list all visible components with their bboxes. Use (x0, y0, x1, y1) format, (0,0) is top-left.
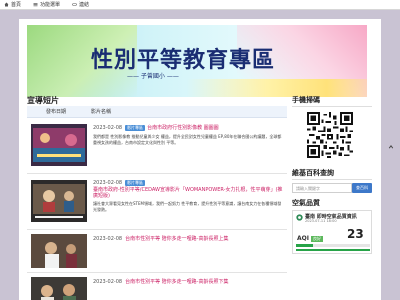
menu-icon (33, 3, 38, 7)
row-date: 2023-02-08 (93, 180, 123, 186)
video-thumbnail[interactable] (31, 277, 87, 300)
video-title-link[interactable]: 台南市政府行性別影像教 圖圖圖 (147, 124, 219, 131)
category-badge: 影片專區 (125, 180, 146, 186)
banner-decoration-yellow (187, 79, 367, 97)
video-title-link[interactable]: 台南市性別平等 陪你多走一哩路-高齡長照下集 (125, 278, 228, 285)
video-thumbnail[interactable] (31, 124, 87, 166)
video-title-link[interactable]: 台南市性別平等 陪你多走一哩路-高齡長照上集 (125, 235, 228, 242)
col-header-title: 影片名稱 (91, 109, 112, 115)
aqi-label: AQI (297, 235, 309, 242)
sidebar-heading-air: 空氣品質 (292, 199, 320, 207)
sidebar-heading-wiki: 維基百科查詢 (292, 169, 334, 177)
nav-home-label: 首頁 (11, 2, 22, 8)
sidebar-heading-mobile: 手機掃碼 (292, 96, 320, 104)
banner-title: 性別平等教育專區 (91, 48, 276, 73)
row-date: 2023-02-08 (93, 124, 123, 131)
cloud-icon (296, 214, 303, 221)
wiki-search-button[interactable]: 查百科 (352, 183, 372, 193)
video-description: 我們都是 性別影像教 推動兒童與少女 權益，提升全民對女性兒童權益 EP,80年… (93, 134, 282, 145)
video-title-link[interactable]: 臺南市政府-性別平等/CEDAW宣導影片「WOMANPOWER-女力扎根，性平萌… (93, 187, 285, 199)
col-header-date: 發布日期 (45, 109, 66, 115)
table-row: 2023-02-08 台南市性別平等 陪你多走一哩路-高齡長照上集 (27, 230, 287, 273)
video-thumbnail[interactable] (31, 234, 87, 268)
aqi-status-badge: 良好 (311, 236, 323, 242)
nav-links-label: 連結 (79, 2, 90, 8)
section-title-videos: 宣導短片 (27, 96, 59, 105)
hero-banner: 性別平等教育專區 —— 子曾國小 —— (27, 25, 367, 97)
aqi-time: 2023-07-11 18:00 (305, 219, 337, 223)
table-header: 發布日期 影片名稱 (27, 106, 287, 118)
nav-home[interactable]: 首頁 (4, 1, 21, 8)
row-date: 2023-02-08 (93, 278, 123, 285)
divider (292, 106, 372, 107)
video-thumbnail[interactable] (31, 180, 87, 222)
top-nav: 首頁 功能選單 連結 (0, 0, 400, 10)
aqi-widget: 臺南 即時空氣品質資訊 2023-07-11 18:00 AQI 良好 23 (292, 210, 372, 254)
video-table: 發布日期 影片名稱 2023-02-08 影片專區 台南市政府行性別影像教 圖圖… (27, 106, 287, 300)
table-row: 2023-02-08 台南市性別平等 陪你多走一哩路-高齡長照下集 (27, 273, 287, 300)
row-date: 2023-02-08 (93, 235, 123, 242)
divider (292, 179, 372, 180)
category-badge: 影片專區 (125, 124, 146, 131)
wiki-search-input[interactable]: 請輸入關鍵字 (292, 183, 352, 193)
aqi-level-fill (296, 244, 314, 247)
banner-subtitle: —— 子曾國小 —— (127, 73, 179, 80)
aqi-value: 23 (347, 227, 364, 241)
video-description: 讓社會大眾看見女性在STEM領域，我們一起努力 性平教育，提升性別平等意識，讓台… (93, 201, 282, 212)
link-icon (72, 3, 77, 6)
qr-code-icon (307, 112, 353, 158)
nav-menu-label: 功能選單 (40, 2, 61, 8)
nav-links[interactable]: 連結 (72, 1, 89, 8)
aqi-scale-bar (296, 249, 370, 251)
nav-menu[interactable]: 功能選單 (33, 1, 60, 8)
home-icon (4, 2, 9, 7)
scroll-top-icon[interactable] (388, 144, 394, 150)
table-row: 2023-02-08 影片專區 臺南市政府-性別平等/CEDAW宣導影片「WOM… (27, 174, 287, 230)
table-row: 2023-02-08 影片專區 台南市政府行性別影像教 圖圖圖 我們都是 性別影… (27, 118, 287, 174)
aqi-level-bar (296, 244, 370, 247)
